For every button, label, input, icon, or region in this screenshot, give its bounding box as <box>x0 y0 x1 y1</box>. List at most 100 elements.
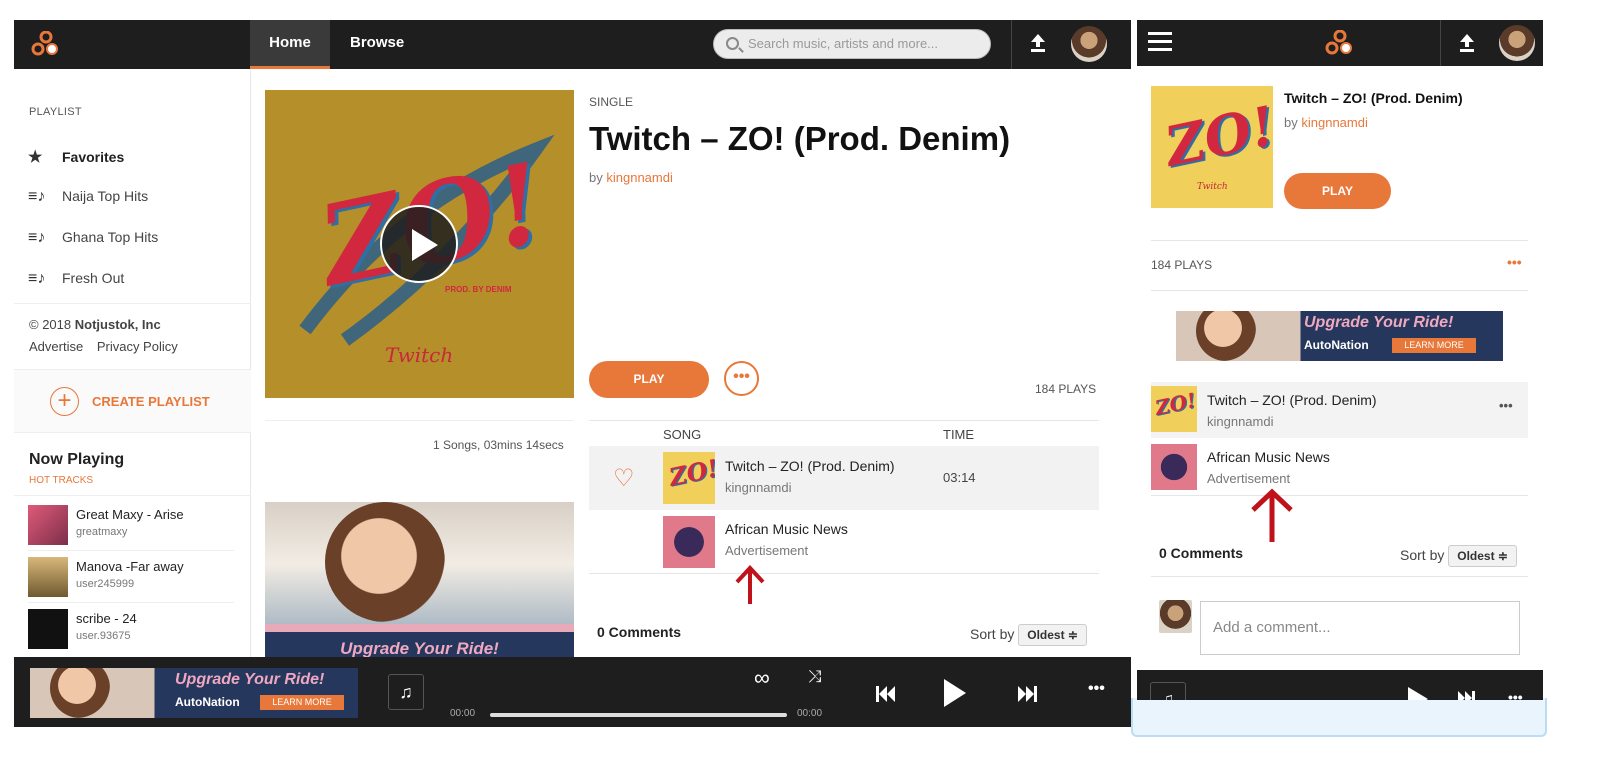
sidebar-item-fresh-out[interactable]: ≡♪ Fresh Out <box>28 270 124 288</box>
sidebar-item-naija-top-hits[interactable]: ≡♪ Naija Top Hits <box>28 188 148 206</box>
divider <box>1440 20 1441 66</box>
create-playlist-button[interactable]: + CREATE PLAYLIST <box>14 369 251 433</box>
advertise-link[interactable]: Advertise <box>29 339 83 354</box>
cover-signature: Twitch <box>1197 182 1228 192</box>
ad-banner[interactable]: Upgrade Your Ride! AutoNation LEARN MORE <box>1176 311 1503 361</box>
sort-select[interactable]: Oldest ≑ <box>1018 624 1087 646</box>
mobile-view: ZO! Twitch Twitch – ZO! (Prod. Denim) by… <box>1137 20 1543 700</box>
play-button[interactable]: PLAY <box>589 361 709 398</box>
music-note-icon[interactable]: ♫ <box>388 674 424 710</box>
track-title: Manova -Far away <box>76 559 184 574</box>
ad-cta-button[interactable]: LEARN MORE <box>1392 338 1476 353</box>
tab-home[interactable]: Home <box>250 20 330 69</box>
comment-input[interactable]: Add a comment... <box>1200 601 1520 655</box>
release-type: SINGLE <box>589 95 634 109</box>
sidebar-item-favorites[interactable]: ★ Favorites <box>28 147 124 167</box>
privacy-link[interactable]: Privacy Policy <box>97 339 178 354</box>
more-icon[interactable]: ••• <box>1508 689 1523 700</box>
copyright: © 2018 Notjustok, Inc <box>29 317 161 332</box>
annotation-arrow-icon <box>1251 488 1293 542</box>
sort-by-label: Sort by <box>970 626 1015 642</box>
next-icon[interactable] <box>1017 686 1037 702</box>
playlist-icon: ≡♪ <box>28 270 46 287</box>
play-button[interactable]: PLAY <box>1284 173 1391 209</box>
next-icon[interactable] <box>1457 691 1475 700</box>
artist-link[interactable]: kingnnamdi <box>1301 115 1368 130</box>
list-item[interactable]: Manova -Far away user245999 <box>28 555 234 603</box>
hot-tracks-label: HOT TRACKS <box>29 475 94 486</box>
player-bar: Upgrade Your Ride! AutoNation LEARN MORE… <box>14 657 1131 727</box>
mobile-frame-edge <box>1131 698 1547 737</box>
search-placeholder: Search music, artists and more... <box>748 36 939 51</box>
artist-link[interactable]: kingnnamdi <box>606 170 673 185</box>
cover-signature: Twitch <box>385 343 454 367</box>
logo-icon[interactable] <box>31 31 61 57</box>
sidebar-item-ghana-top-hits[interactable]: ≡♪ Ghana Top Hits <box>28 229 158 247</box>
track-thumbnail <box>28 557 68 597</box>
menu-icon[interactable] <box>1148 32 1172 52</box>
upload-icon[interactable] <box>1459 34 1475 52</box>
divider <box>265 420 574 421</box>
ad-banner[interactable]: Upgrade Your Ride! AutoNation LEARN MORE <box>30 668 358 718</box>
repeat-icon[interactable]: ∞ <box>754 665 770 691</box>
progress-bar[interactable] <box>490 713 787 717</box>
song-thumbnail <box>663 516 715 568</box>
more-icon[interactable]: ••• <box>1499 398 1513 413</box>
ad-cta-button[interactable]: LEARN MORE <box>260 695 344 710</box>
divider <box>1011 20 1012 69</box>
artist-line: by kingnnamdi <box>589 170 673 185</box>
thumbnail-art: ZO! <box>666 453 715 492</box>
create-playlist-label: CREATE PLAYLIST <box>92 394 210 409</box>
avatar[interactable] <box>1499 25 1535 61</box>
copyright-year: © 2018 <box>29 317 72 332</box>
ad-person <box>1196 311 1256 361</box>
ad-person <box>325 502 445 622</box>
song-thumbnail: ZO! <box>1151 386 1197 432</box>
upload-icon[interactable] <box>1030 34 1046 52</box>
play-overlay-button[interactable] <box>380 205 458 283</box>
table-row[interactable]: African Music News Advertisement <box>1151 440 1528 496</box>
list-item[interactable]: Great Maxy - Arise greatmaxy <box>28 503 234 551</box>
ad-brand: AutoNation <box>175 695 240 709</box>
track-title: scribe - 24 <box>76 611 137 626</box>
more-icon[interactable]: ••• <box>1088 680 1105 698</box>
sidebar-item-label: Naija Top Hits <box>62 188 149 204</box>
table-row[interactable]: ♡ ZO! Twitch – ZO! (Prod. Denim) kingnna… <box>589 446 1099 510</box>
sort-select[interactable]: Oldest ≑ <box>1448 545 1517 567</box>
heart-icon[interactable]: ♡ <box>613 464 635 493</box>
track-thumbnail <box>28 609 68 649</box>
now-playing-heading: Now Playing <box>29 451 125 468</box>
time-total: 00:00 <box>797 708 823 719</box>
divider <box>14 303 251 304</box>
play-icon[interactable] <box>1408 687 1428 700</box>
mobile-player-bar: ♫ ••• <box>1137 670 1543 700</box>
ad-stripe <box>265 624 574 632</box>
ad-image[interactable]: Upgrade Your Ride! <box>265 502 574 657</box>
avatar[interactable] <box>1071 26 1107 62</box>
list-item[interactable]: scribe - 24 user.93675 <box>28 607 234 655</box>
column-header-song: SONG <box>663 427 702 442</box>
more-icon[interactable]: ••• <box>1507 254 1522 270</box>
ad-brand: AutoNation <box>1304 338 1369 352</box>
music-note-icon[interactable]: ♫ <box>1150 682 1186 700</box>
search-input[interactable]: Search music, artists and more... <box>713 29 991 59</box>
song-artist: kingnnamdi <box>725 480 792 495</box>
table-row[interactable]: ZO! Twitch – ZO! (Prod. Denim) kingnnamd… <box>1151 382 1528 438</box>
song-title: African Music News <box>725 521 848 537</box>
previous-icon[interactable] <box>876 686 896 702</box>
table-row[interactable]: African Music News Advertisement <box>589 510 1099 574</box>
track-user: greatmaxy <box>76 526 128 538</box>
thumbnail-art: ZO! <box>1152 388 1197 420</box>
ad-person <box>50 668 110 718</box>
page-title: Twitch – ZO! (Prod. Denim) <box>1284 90 1463 106</box>
play-icon[interactable] <box>944 679 966 707</box>
song-time: 03:14 <box>943 470 976 485</box>
company-name: Notjustok, Inc <box>74 317 161 332</box>
shuffle-icon[interactable]: ⤨ <box>808 667 822 687</box>
sort-control: Sort by Oldest ≑ <box>1400 545 1517 567</box>
more-options-button[interactable]: ••• <box>724 361 759 396</box>
tab-browse[interactable]: Browse <box>350 20 404 69</box>
logo-icon[interactable] <box>1325 30 1355 56</box>
artist-line: by kingnnamdi <box>1284 115 1368 130</box>
ad-headline: Upgrade Your Ride! <box>175 671 325 688</box>
